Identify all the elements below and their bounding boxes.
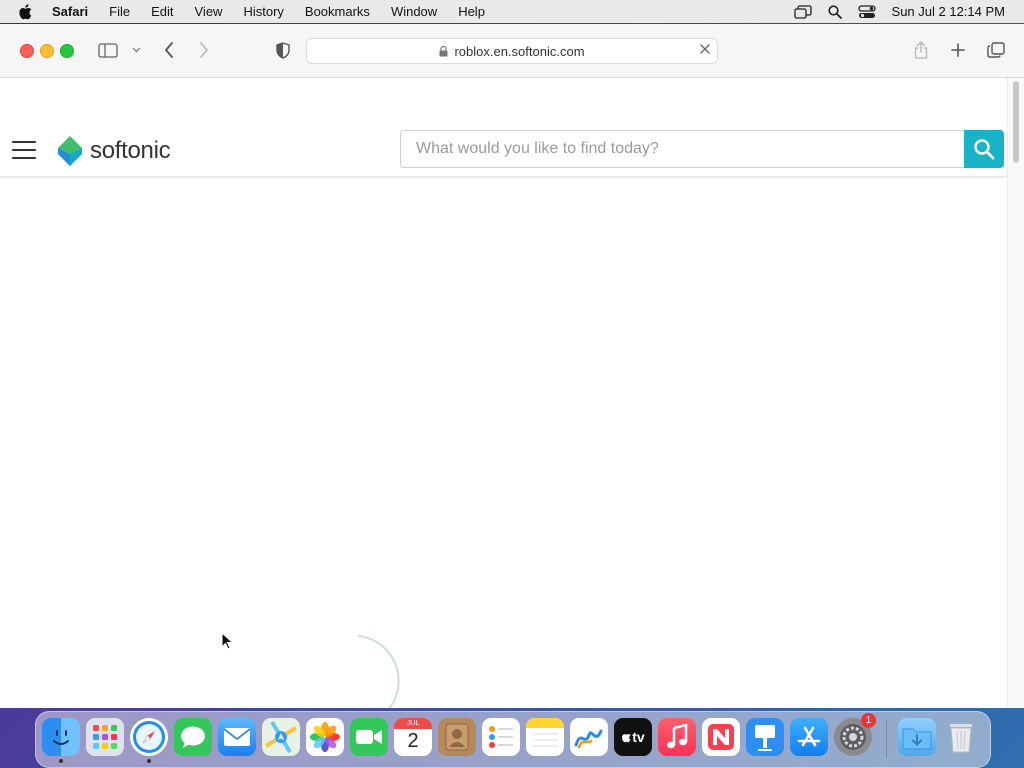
- settings-notification-badge: 1: [861, 713, 876, 728]
- softonic-logo[interactable]: softonic: [56, 134, 171, 168]
- dock-freeform-icon[interactable]: [570, 718, 608, 756]
- tv-label: tv: [632, 729, 645, 745]
- search-button[interactable]: [964, 130, 1004, 168]
- menu-bookmarks[interactable]: Bookmarks: [305, 4, 370, 19]
- dock-divider: [886, 720, 887, 758]
- share-icon[interactable]: [912, 40, 930, 60]
- tab-overview-icon[interactable]: [986, 41, 1006, 59]
- zoom-window-button[interactable]: [60, 44, 74, 58]
- clear-url-icon[interactable]: [699, 43, 711, 55]
- privacy-shield-icon[interactable]: [274, 41, 292, 59]
- dock-mail-icon[interactable]: [218, 718, 256, 756]
- menu-help[interactable]: Help: [458, 4, 485, 19]
- dock-launchpad-icon[interactable]: [86, 718, 124, 756]
- site-search-input[interactable]: What would you like to find today?: [400, 130, 964, 168]
- dock-maps-icon[interactable]: [262, 718, 300, 756]
- menu-edit[interactable]: Edit: [151, 4, 173, 19]
- dock-trash-icon[interactable]: [942, 718, 980, 756]
- web-page: softonic What would you like to find tod…: [0, 78, 1008, 708]
- menu-bar: Safari File Edit View History Bookmarks …: [0, 0, 1024, 23]
- dock-system-settings-icon[interactable]: 1: [834, 713, 876, 756]
- dock-keynote-icon[interactable]: [746, 718, 784, 756]
- close-window-button[interactable]: [20, 44, 34, 58]
- browser-toolbar: roblox.en.softonic.com: [0, 24, 1024, 78]
- dock-news-icon[interactable]: [702, 718, 740, 756]
- control-center-icon[interactable]: [857, 4, 876, 19]
- menu-file[interactable]: File: [109, 4, 130, 19]
- dock-notes-icon[interactable]: [526, 718, 564, 756]
- dock-downloads-folder-icon[interactable]: [898, 718, 936, 756]
- menu-app-name[interactable]: Safari: [52, 4, 88, 19]
- scrollbar-thumb[interactable]: [1013, 81, 1019, 163]
- spotlight-search-icon[interactable]: [827, 4, 842, 19]
- dock-contacts-icon[interactable]: [438, 718, 476, 756]
- dock-photos-icon[interactable]: [306, 718, 344, 756]
- search-icon: [974, 139, 995, 160]
- new-tab-plus-icon[interactable]: [949, 41, 967, 59]
- finder-running-indicator: [59, 759, 63, 763]
- search-placeholder: What would you like to find today?: [416, 140, 659, 157]
- dock-finder-icon[interactable]: [42, 718, 80, 756]
- dock-safari-icon[interactable]: [130, 718, 168, 756]
- dock-app-store-icon[interactable]: [790, 718, 828, 756]
- dock-reminders-icon[interactable]: [482, 718, 520, 756]
- forward-arrow-icon[interactable]: [196, 41, 212, 59]
- back-arrow-icon[interactable]: [161, 41, 177, 59]
- menu-history[interactable]: History: [243, 4, 283, 19]
- dock-messages-icon[interactable]: [174, 718, 212, 756]
- menu-view[interactable]: View: [195, 4, 223, 19]
- dock-tv-icon[interactable]: tv: [614, 718, 652, 756]
- dock-facetime-icon[interactable]: [350, 718, 388, 756]
- menu-window[interactable]: Window: [391, 4, 437, 19]
- brand-name: softonic: [90, 137, 171, 164]
- minimize-window-button[interactable]: [40, 44, 54, 58]
- vertical-scrollbar[interactable]: [1007, 78, 1024, 708]
- sidebar-toggle-icon[interactable]: [97, 41, 119, 59]
- dock-calendar-icon[interactable]: JUL 2: [394, 718, 432, 756]
- url-text: roblox.en.softonic.com: [454, 43, 585, 59]
- calendar-month: JUL: [394, 718, 432, 729]
- calendar-day: 2: [407, 730, 419, 752]
- dock: JUL 2 tv 1: [35, 711, 991, 768]
- chevron-down-icon[interactable]: [130, 45, 142, 55]
- apple-menu-icon[interactable]: [18, 3, 34, 20]
- lock-icon: [439, 45, 448, 57]
- softonic-logo-icon: [58, 136, 82, 166]
- safari-window: roblox.en.softonic.com softonic What wou…: [0, 24, 1024, 708]
- site-header: softonic What would you like to find tod…: [0, 78, 1008, 177]
- hamburger-menu-icon[interactable]: [12, 141, 36, 159]
- safari-running-indicator: [147, 759, 151, 763]
- mouse-cursor-icon: [221, 632, 234, 650]
- loading-spinner-icon: [357, 635, 400, 708]
- dock-music-icon[interactable]: [658, 718, 696, 756]
- address-bar[interactable]: roblox.en.softonic.com: [306, 38, 718, 64]
- menu-clock[interactable]: Sun Jul 2 12:14 PM: [892, 4, 1005, 19]
- screen-mirroring-icon[interactable]: [793, 4, 812, 19]
